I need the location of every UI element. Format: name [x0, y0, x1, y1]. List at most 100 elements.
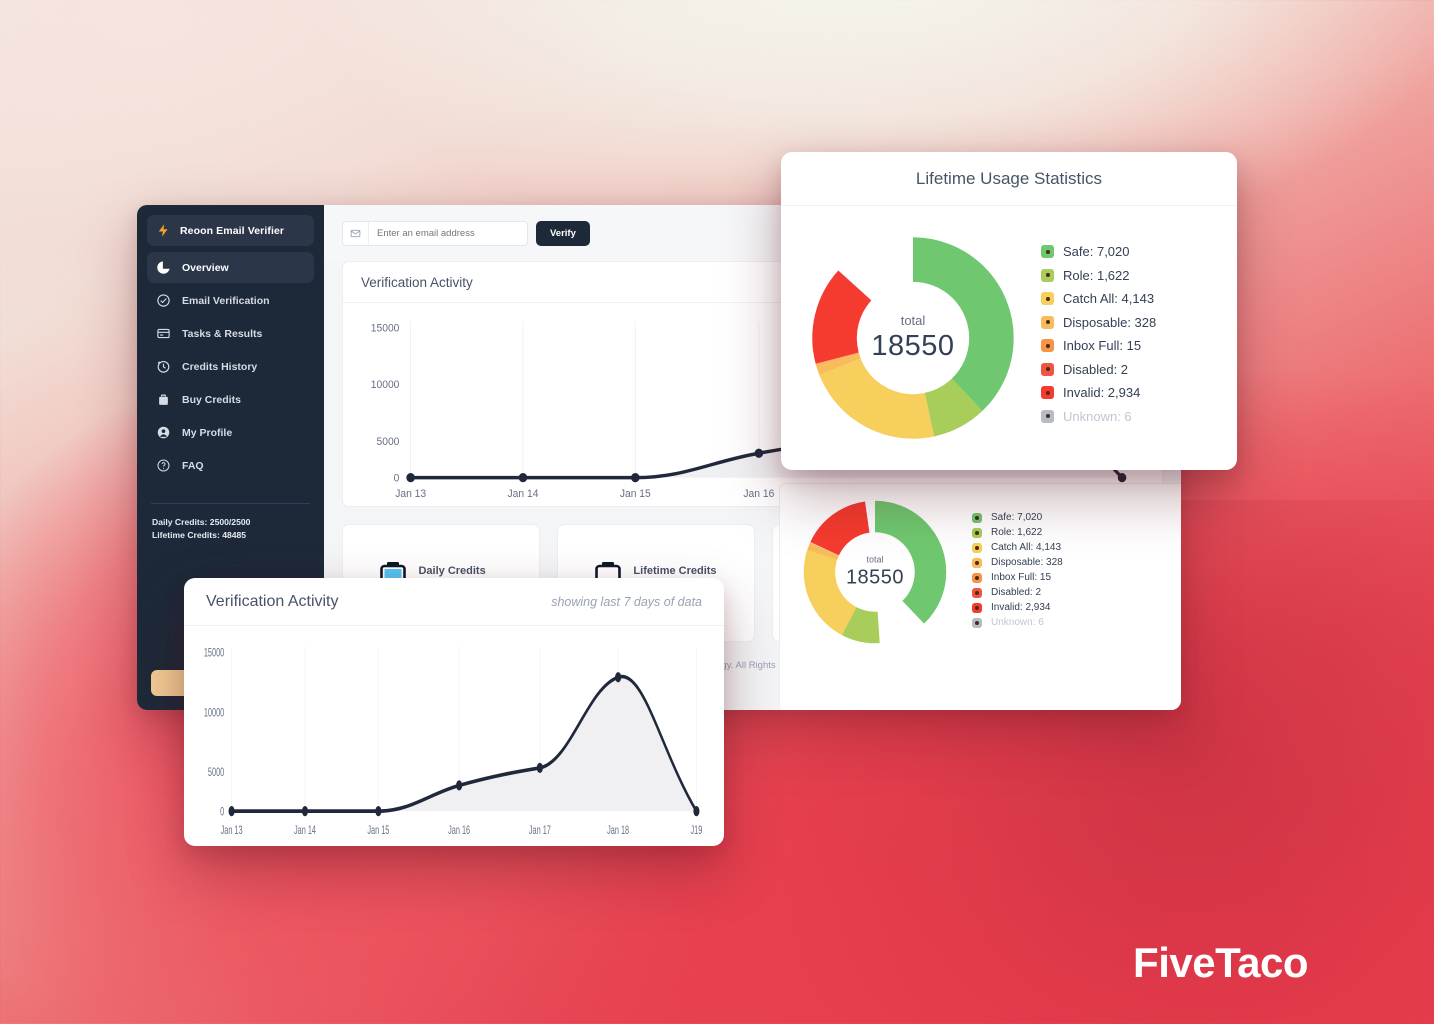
- sidebar-item-label: Buy Credits: [182, 393, 241, 406]
- legend-item-safe: Safe: 7,020: [1041, 244, 1231, 259]
- sidebar-item-label: FAQ: [182, 459, 204, 472]
- legend-label: Disabled: 2: [991, 587, 1042, 598]
- svg-text:0: 0: [220, 806, 224, 819]
- svg-text:Jan 13: Jan 13: [395, 488, 426, 500]
- sidebar-daily-credits: Daily Credits: 2500/2500: [152, 517, 251, 527]
- sidebar-item-tasks-results[interactable]: Tasks & Results: [147, 318, 314, 349]
- donut-chart: total 18550: [807, 232, 1019, 444]
- sidebar-item-label: Email Verification: [182, 294, 270, 307]
- svg-text:J19: J19: [691, 824, 703, 837]
- lightning-bolt-icon: [156, 223, 171, 238]
- question-circle-icon: [156, 458, 171, 473]
- legend-label: Inbox Full: 15: [991, 572, 1052, 583]
- svg-text:15000: 15000: [204, 647, 225, 660]
- lifetime-usage-statistics-popup: Lifetime Usage Statistics total 18550 Sa…: [781, 152, 1237, 470]
- legend-label: Role: 1,622: [1063, 267, 1130, 283]
- popup-header: Lifetime Usage Statistics: [781, 152, 1237, 206]
- sidebar-item-my-profile[interactable]: My Profile: [147, 417, 314, 448]
- popup-title: Lifetime Usage Statistics: [915, 168, 1103, 188]
- float-card-note: showing last 7 days of data: [551, 595, 702, 609]
- verify-button[interactable]: Verify: [536, 220, 590, 246]
- legend-swatch-invalid-icon: [972, 602, 982, 613]
- legend-label: Disposable: 328: [991, 557, 1063, 568]
- svg-text:10000: 10000: [371, 379, 400, 391]
- donut-legend: Safe: 7,020 Role: 1,622 Catch All: 4,143…: [950, 512, 1181, 632]
- svg-text:Jan 17: Jan 17: [529, 824, 551, 837]
- svg-text:Jan 14: Jan 14: [508, 488, 539, 500]
- legend-label: Unknown: 6: [991, 617, 1044, 628]
- legend-label: Catch All: 4,143: [1063, 291, 1155, 306]
- svg-text:0: 0: [394, 472, 400, 484]
- card-header: Verification Activity showing last 7 day…: [184, 578, 724, 626]
- legend-item: Role: 1,622: [972, 527, 1181, 538]
- svg-text:Jan 15: Jan 15: [620, 488, 651, 500]
- legend-label: Disposable: 328: [1063, 314, 1157, 330]
- svg-text:Jan 15: Jan 15: [367, 824, 389, 837]
- sidebar-brand[interactable]: Reoon Email Verifier: [147, 215, 314, 246]
- briefcase-icon: [156, 392, 171, 407]
- svg-text:Jan 16: Jan 16: [448, 824, 470, 837]
- svg-text:Jan 18: Jan 18: [607, 824, 629, 837]
- legend-item: Inbox Full: 15: [972, 572, 1181, 583]
- sidebar-lifetime-credits: Lifetime Credits: 48485: [152, 529, 247, 540]
- sidebar-item-overview[interactable]: Overview: [147, 252, 314, 283]
- pie-chart-icon: [156, 260, 171, 275]
- legend-swatch-role-icon: [1041, 268, 1054, 282]
- stat-label: Lifetime Credits: [633, 564, 717, 577]
- legend-item-catch-all: Catch All: 4,143: [1041, 291, 1231, 306]
- sidebar-item-label: Credits History: [182, 360, 258, 373]
- legend-swatch-inbox-full-icon: [972, 572, 982, 583]
- sidebar-item-buy-credits[interactable]: Buy Credits: [147, 384, 314, 415]
- legend-swatch-catch-all-icon: [1041, 292, 1054, 305]
- page-title: Verification Activity: [361, 275, 473, 290]
- legend-swatch-catch-all-icon: [972, 542, 982, 553]
- stat-label: Daily Credits: [418, 564, 486, 577]
- svg-text:15000: 15000: [371, 322, 400, 334]
- clock-icon: [156, 359, 171, 374]
- svg-text:5000: 5000: [377, 436, 400, 448]
- legend-swatch-inbox-full-icon: [1041, 339, 1054, 352]
- sidebar-item-credits-history[interactable]: Credits History: [147, 351, 314, 382]
- legend-label: Inbox Full: 15: [1063, 338, 1142, 353]
- sidebar-item-label: My Profile: [182, 426, 233, 439]
- legend-item: Invalid: 2,934: [972, 602, 1181, 613]
- sidebar-item-faq[interactable]: FAQ: [147, 450, 314, 481]
- legend-label: Invalid: 2,934: [991, 602, 1051, 613]
- legend-label: Catch All: 4,143: [991, 542, 1062, 553]
- legend-item: Catch All: 4,143: [972, 542, 1181, 553]
- svg-text:Jan 14: Jan 14: [294, 824, 316, 837]
- legend-swatch-invalid-icon: [1041, 386, 1054, 399]
- svg-text:Jan 13: Jan 13: [221, 824, 243, 837]
- legend-swatch-safe-icon: [972, 512, 982, 523]
- legend-item-unknown: Unknown: 6: [1041, 409, 1231, 424]
- legend-item-role: Role: 1,622: [1041, 268, 1231, 283]
- legend-item-disabled: Disabled: 2: [1041, 362, 1231, 377]
- legend-swatch-disposable-icon: [1041, 315, 1054, 329]
- user-circle-icon: [156, 425, 171, 440]
- legend-item-disposable: Disposable: 328: [1041, 315, 1231, 330]
- legend-swatch-disabled-icon: [1041, 362, 1054, 376]
- email-verify-field[interactable]: [342, 220, 528, 246]
- legend-item: Safe: 7,020: [972, 512, 1181, 523]
- sidebar-item-label: Overview: [182, 261, 229, 274]
- legend-item: Disposable: 328: [972, 557, 1181, 568]
- check-circle-icon: [156, 293, 171, 308]
- verification-activity-floating-card: Verification Activity showing last 7 day…: [184, 578, 724, 846]
- search-input[interactable]: [369, 221, 527, 245]
- legend-label: Safe: 7,020: [991, 512, 1043, 523]
- sidebar-item-email-verification[interactable]: Email Verification: [147, 285, 314, 316]
- donut-body: total 18550 Safe: 7,020 Role: 1,622 Catc…: [780, 484, 1181, 660]
- legend-label: Disabled: 2: [1063, 361, 1129, 377]
- legend-label: Invalid: 2,934: [1063, 385, 1141, 400]
- legend-swatch-unknown-icon: [1041, 409, 1054, 423]
- sidebar-item-label: Tasks & Results: [182, 327, 263, 340]
- legend-swatch-disabled-icon: [972, 587, 982, 598]
- popup-body: total 18550 Safe: 7,020 Role: 1,622 Catc…: [781, 206, 1237, 470]
- donut-chart: total 18550: [800, 497, 950, 647]
- legend-swatch-safe-icon: [1041, 245, 1054, 258]
- sidebar-divider: [151, 503, 310, 504]
- float-card-title: Verification Activity: [206, 593, 339, 610]
- legend-item: Unknown: 6: [972, 617, 1181, 628]
- legend-label: Unknown: 6: [1063, 408, 1132, 424]
- legend-swatch-role-icon: [972, 527, 982, 538]
